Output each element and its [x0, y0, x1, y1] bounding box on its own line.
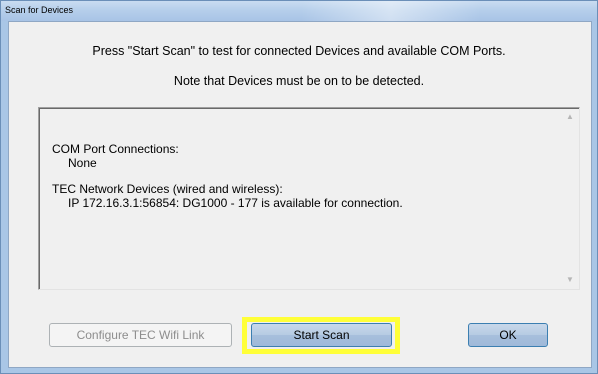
instruction-line-2: Note that Devices must be on to be detec…: [173, 74, 425, 88]
configure-tec-wifi-link-button[interactable]: Configure TEC Wifi Link: [49, 323, 232, 347]
ok-button[interactable]: OK: [468, 323, 548, 347]
tec-devices-header: TEC Network Devices (wired and wireless)…: [52, 182, 283, 196]
com-port-header: COM Port Connections:: [52, 142, 179, 156]
tec-device-entry: IP 172.16.3.1:56854: DG1000 - 177 is ava…: [68, 196, 403, 210]
title-bar[interactable]: Scan for Devices: [1, 1, 597, 21]
instruction-line-1: Press "Start Scan" to test for connected…: [92, 44, 506, 58]
scan-results-content: COM Port Connections: None TEC Network D…: [52, 142, 403, 210]
scan-results-textbox[interactable]: COM Port Connections: None TEC Network D…: [38, 107, 580, 290]
com-port-value: None: [68, 156, 97, 170]
start-scan-button[interactable]: Start Scan: [251, 323, 392, 347]
results-scrollbar[interactable]: ▲ ▼: [562, 109, 578, 288]
scroll-up-arrow-icon[interactable]: ▲: [562, 109, 578, 125]
results-spacer: [52, 170, 403, 182]
title-bar-glow: [301, 1, 481, 21]
scroll-down-arrow-icon[interactable]: ▼: [562, 272, 578, 288]
window-title: Scan for Devices: [5, 5, 74, 15]
